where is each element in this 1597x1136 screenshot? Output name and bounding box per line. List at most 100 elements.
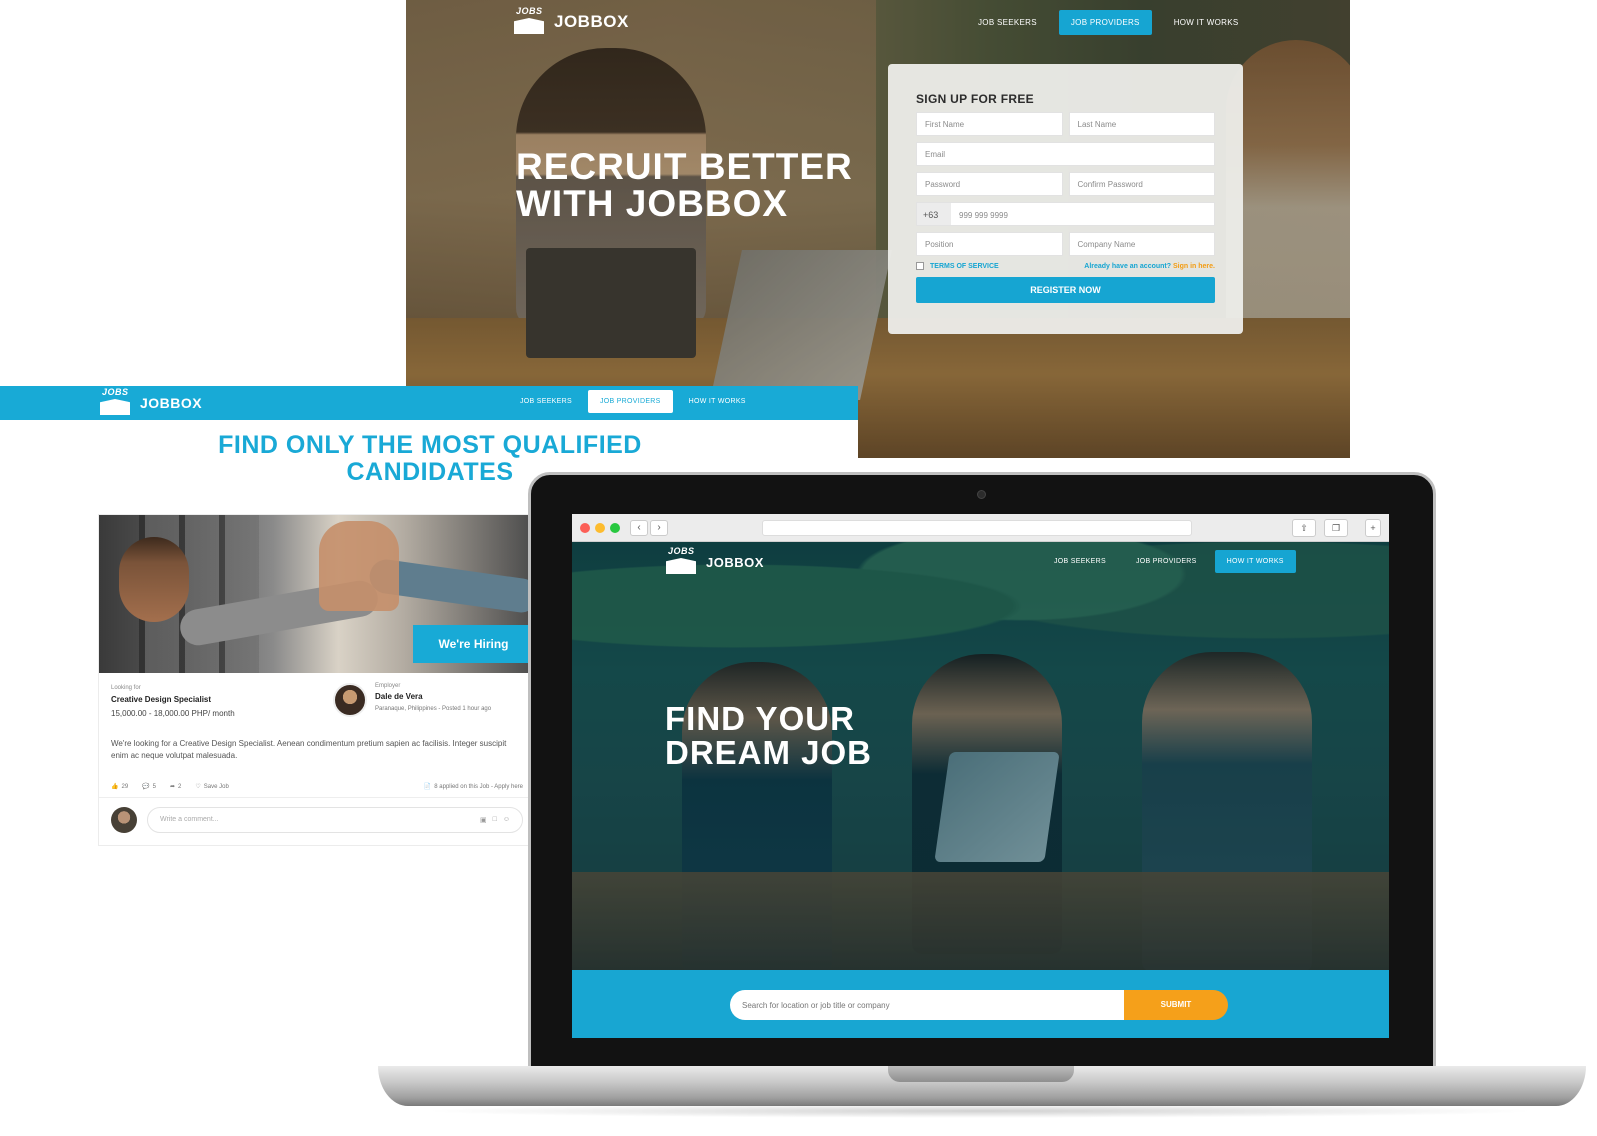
divider: [99, 797, 534, 798]
emoji-icon[interactable]: ☺: [503, 816, 510, 824]
box-logo-icon: JOBS: [98, 387, 132, 417]
employer-avatar[interactable]: [333, 683, 367, 717]
nav-how-it-works[interactable]: HOW IT WORKS: [1162, 10, 1251, 35]
hero-heading: RECRUIT BETTER WITH JOBBOX: [516, 148, 876, 222]
search-band: Search for location or job title or comp…: [572, 970, 1389, 1038]
address-bar[interactable]: [762, 520, 1192, 536]
signin-link[interactable]: Sign in here.: [1173, 263, 1215, 270]
providers-header-bar: JOBS JOBBOX JOB SEEKERS JOB PROVIDERS HO…: [0, 386, 858, 420]
nav-job-providers[interactable]: JOB PROVIDERS: [1124, 550, 1209, 573]
new-tab-icon[interactable]: +: [1365, 519, 1381, 537]
user-avatar: [111, 807, 137, 833]
heading-line-1: FIND ONLY THE MOST QUALIFIED: [218, 431, 642, 459]
signup-form: SIGN UP FOR FREE First Name Last Name Em…: [888, 64, 1243, 334]
save-job-button[interactable]: ♡ Save Job: [195, 783, 229, 791]
comment-icon: 💬: [142, 784, 150, 790]
jobbox-logo[interactable]: JOBS JOBBOX: [512, 6, 629, 36]
hero-line-1: FIND YOUR: [665, 700, 855, 737]
confirm-password-field[interactable]: Confirm Password: [1068, 172, 1215, 196]
terms-link[interactable]: TERMS OF SERVICE: [930, 263, 999, 270]
last-name-field[interactable]: Last Name: [1068, 112, 1215, 136]
nav-how-it-works[interactable]: HOW IT WORKS: [1214, 550, 1296, 573]
nav-job-providers[interactable]: JOB PROVIDERS: [587, 390, 673, 413]
share-icon[interactable]: ⇧: [1292, 519, 1316, 537]
like-button[interactable]: 👍 29: [111, 783, 129, 791]
camera-icon[interactable]: ▣: [480, 816, 487, 824]
job-search-input[interactable]: Search for location or job title or comp…: [730, 990, 1124, 1020]
share-count: 2: [178, 783, 182, 790]
jobbox-logo-mid[interactable]: JOBS JOBBOX: [98, 387, 203, 417]
document-icon: 📄: [423, 784, 432, 790]
hero-line-2: DREAM JOB: [665, 734, 873, 771]
nav-job-seekers[interactable]: JOB SEEKERS: [1042, 550, 1118, 573]
employer-name[interactable]: Dale de Vera: [375, 692, 491, 701]
logo-wordmark: JOBBOX: [140, 395, 203, 411]
employer-block: Employer Dale de Vera Paranaque, Philipp…: [333, 683, 491, 717]
hero-line-1: RECRUIT BETTER: [516, 146, 853, 187]
comment-input[interactable]: Write a comment... ▣ □ ☺: [147, 807, 523, 833]
comment-button[interactable]: 💬 5: [142, 783, 156, 791]
heart-icon: ♡: [195, 784, 201, 790]
company-name-field[interactable]: Company Name: [1068, 232, 1215, 256]
back-icon[interactable]: ‹: [630, 520, 648, 536]
phone-field[interactable]: +63 999 999 9999: [916, 202, 1215, 226]
laptop-screen: ‹ › ⇧ ❐ + JOBS JOBBOX JOB SEEKERS JOB PR…: [572, 514, 1389, 1038]
browser-toolbar: ‹ › ⇧ ❐ +: [572, 514, 1389, 542]
nav-job-seekers[interactable]: JOB SEEKERS: [966, 10, 1049, 35]
hero-line-2: WITH JOBBOX: [516, 183, 789, 224]
password-field[interactable]: Password: [916, 172, 1063, 196]
hero-heading: FIND YOUR DREAM JOB: [665, 702, 872, 770]
jobbox-logo-laptop[interactable]: JOBS JOBBOX: [664, 546, 764, 576]
employer-label: Employer: [375, 683, 401, 689]
comment-count: 5: [152, 783, 156, 790]
save-job-label: Save Job: [203, 783, 229, 790]
job-description: We're looking for a Creative Design Spec…: [111, 739, 507, 760]
employer-meta: Paranaque, Philippines - Posted 1 hour a…: [375, 706, 492, 712]
laptop-nav: JOB SEEKERS JOB PROVIDERS HOW IT WORKS: [1042, 550, 1296, 573]
share-icon: ➦: [170, 784, 176, 790]
laptop-shadow: [420, 1104, 1540, 1118]
logo-wordmark: JOBBOX: [554, 12, 629, 31]
hero-photo: JOBS JOBBOX JOB SEEKERS JOB PROVIDERS HO…: [572, 542, 1389, 970]
job-search-form: Search for location or job title or comp…: [730, 990, 1228, 1020]
nav-how-it-works[interactable]: HOW IT WORKS: [679, 390, 756, 413]
position-field[interactable]: Position: [916, 232, 1063, 256]
thumbs-up-icon: 👍: [111, 784, 119, 790]
minimize-window-button[interactable]: [595, 523, 605, 533]
phone-number-input[interactable]: 999 999 9999: [951, 203, 1016, 225]
like-count: 29: [121, 783, 129, 790]
applied-text: 8 applied on this Job - Apply here: [434, 783, 523, 790]
nav-job-seekers[interactable]: JOB SEEKERS: [510, 390, 582, 413]
email-field[interactable]: Email: [916, 142, 1215, 166]
box-logo-icon: JOBS: [512, 6, 546, 36]
share-button[interactable]: ➦ 2: [170, 783, 182, 791]
terms-checkbox[interactable]: [916, 262, 924, 270]
attachment-icon[interactable]: □: [493, 816, 497, 824]
first-name-field[interactable]: First Name: [916, 112, 1063, 136]
mid-nav: JOB SEEKERS JOB PROVIDERS HOW IT WORKS: [510, 390, 756, 413]
laptop-notch: [888, 1066, 1074, 1082]
hiring-badge: We're Hiring: [413, 625, 534, 663]
phone-country-code[interactable]: +63: [917, 203, 951, 225]
apply-link[interactable]: 📄 8 applied on this Job - Apply here: [423, 783, 523, 791]
logo-badge-text: JOBS: [102, 387, 129, 397]
photo-man: [119, 537, 189, 622]
comment-placeholder: Write a comment...: [160, 816, 219, 823]
forward-icon[interactable]: ›: [650, 520, 668, 536]
box-logo-icon: JOBS: [664, 546, 698, 576]
camera-icon: [977, 490, 986, 499]
account-prompt: Already have an account?: [1084, 262, 1172, 270]
nav-job-providers[interactable]: JOB PROVIDERS: [1058, 10, 1152, 35]
job-actions: 👍 29 💬 5 ➦ 2 ♡ Save Job 📄 8 applied on this J…: [111, 783, 523, 791]
close-window-button[interactable]: [580, 523, 590, 533]
logo-wordmark: JOBBOX: [706, 554, 764, 570]
top-nav: JOB SEEKERS JOB PROVIDERS HOW IT WORKS: [966, 10, 1250, 35]
job-post-card: We're Hiring Looking for Creative Design…: [98, 514, 534, 846]
photo-high-five: [319, 521, 399, 611]
comment-row: Write a comment... ▣ □ ☺: [111, 807, 523, 833]
logo-badge-text: JOBS: [668, 546, 695, 556]
submit-button[interactable]: SUBMIT: [1124, 990, 1228, 1020]
maximize-window-button[interactable]: [610, 523, 620, 533]
register-now-button[interactable]: REGISTER NOW: [916, 277, 1215, 303]
tabs-icon[interactable]: ❐: [1324, 519, 1348, 537]
